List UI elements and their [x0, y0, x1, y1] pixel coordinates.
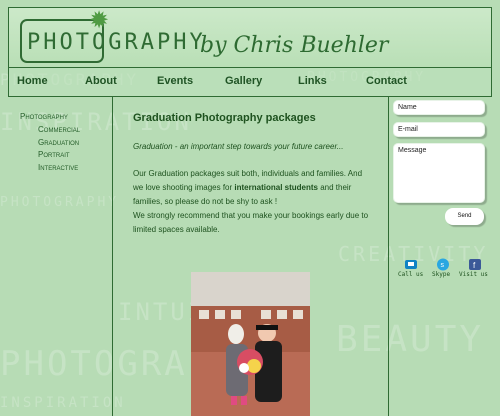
- logo-text: PHOTOGRAPHY: [27, 30, 206, 55]
- sidebar-item-portrait[interactable]: Portrait: [38, 150, 70, 159]
- bg-word-beauty: BEAUTY: [336, 319, 485, 360]
- nav-gallery[interactable]: Gallery: [225, 75, 262, 87]
- international-students-text: international students: [234, 183, 318, 192]
- skype-link[interactable]: Skype: [432, 271, 450, 278]
- sidebar-item-graduation[interactable]: Graduation: [38, 138, 79, 147]
- right-column-divider: [388, 97, 389, 416]
- nav-links[interactable]: Links: [298, 75, 327, 87]
- nav-contact[interactable]: Contact: [366, 75, 407, 87]
- phone-icon[interactable]: [404, 258, 418, 271]
- page-title: Graduation Photography packages: [133, 112, 316, 124]
- sidebar-item-photography[interactable]: Photography: [20, 112, 68, 121]
- page-tagline: Graduation - an important step towards y…: [133, 142, 344, 151]
- nav-events[interactable]: Events: [157, 75, 193, 87]
- main-navigation: Home About Events Gallery Links Contact: [8, 67, 492, 97]
- nav-about[interactable]: About: [85, 75, 117, 87]
- nav-home[interactable]: Home: [17, 75, 48, 87]
- sidebar-item-interactive[interactable]: Interactive: [38, 163, 78, 172]
- sidebar-item-commercial[interactable]: Commercial: [38, 125, 80, 134]
- message-field[interactable]: Message: [393, 143, 485, 203]
- graduation-photo: [191, 272, 310, 416]
- name-field[interactable]: Name: [393, 100, 485, 115]
- skype-icon[interactable]: s: [436, 258, 450, 271]
- body-copy: Our Graduation packages suit both, indiv…: [133, 167, 370, 237]
- facebook-icon[interactable]: f: [468, 258, 482, 271]
- email-field[interactable]: E-mail: [393, 122, 485, 137]
- call-us-link[interactable]: Call us: [398, 271, 423, 278]
- send-button[interactable]: Send: [445, 208, 484, 225]
- paragraph-3: We strongly recommend that you make your…: [133, 211, 369, 234]
- site-header: PHOTOGRAPHY ✹ by Chris Buehler: [8, 7, 492, 67]
- logo-signature: by Chris Buehler: [200, 33, 389, 58]
- starburst-icon: ✹: [89, 7, 110, 34]
- visit-us-link[interactable]: Visit us: [459, 271, 488, 278]
- svg-text:s: s: [441, 262, 445, 269]
